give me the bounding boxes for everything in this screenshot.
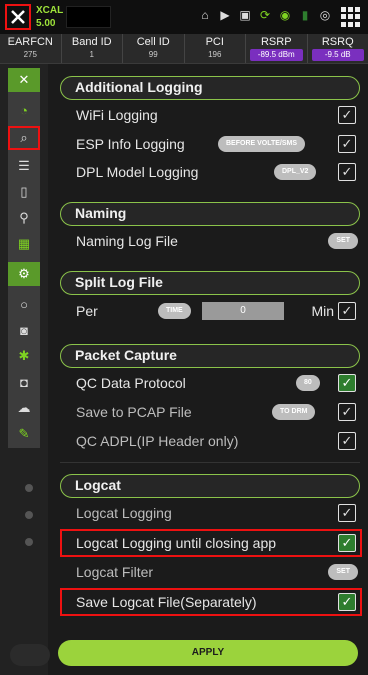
qc-adpl-label: QC ADPL(IP Header only) (76, 433, 239, 449)
rail-document-icon[interactable]: ▯ (8, 180, 40, 204)
settings-panel: Additional Logging WiFi Logging ✓ ESP In… (50, 64, 368, 675)
section-logcat: Logcat (60, 474, 360, 498)
rail-table-icon[interactable]: ▦ (8, 232, 40, 256)
pcap-option-button[interactable]: TO DRM (272, 404, 316, 420)
app-name: XCAL (36, 5, 64, 16)
naming-log-file-label: Naming Log File (76, 233, 178, 249)
bottom-left-pill (10, 644, 50, 666)
left-nav-rail: ✕ ◔ ⌕ ☰ ▯ ⚲ ▦ ⚙ ○ ◙ ✱ ◘ ☁ ✎ (0, 64, 48, 675)
apply-button[interactable]: APPLY (58, 640, 358, 666)
logcat-filter-label: Logcat Filter (76, 564, 154, 580)
save-pcap-checkbox[interactable]: ✓ (338, 403, 356, 421)
info-pci: PCI 196 (185, 34, 246, 63)
split-per-label: Per (76, 303, 98, 319)
apps-grid-icon[interactable] (341, 7, 361, 27)
save-pcap-label: Save to PCAP File (76, 404, 192, 420)
logcat-logging-row[interactable]: Logcat Logging ✓ (68, 500, 360, 526)
section-naming: Naming (60, 202, 360, 226)
dpl-logging-checkbox[interactable]: ✓ (338, 163, 356, 181)
sim-icon: ⌂ (201, 8, 209, 22)
info-cell-id: Cell ID 99 (123, 34, 185, 63)
app-version: 5.00 (36, 18, 56, 29)
save-pcap-row[interactable]: Save to PCAP File TO DRM ✓ (68, 399, 360, 425)
section-additional-logging: Additional Logging (60, 76, 360, 100)
rail-settings-icon[interactable]: ✕ (8, 68, 40, 92)
qc-adpl-row[interactable]: QC ADPL(IP Header only) ✓ (68, 428, 360, 454)
tools-icon (11, 10, 25, 24)
rail-bluetooth-icon[interactable]: ✱ (8, 344, 40, 368)
dpl-option-button[interactable]: DPL_V2 (274, 164, 317, 180)
rail-device-icon[interactable]: ⚙ (8, 262, 40, 286)
split-unit-label: Min (311, 303, 334, 319)
rail-dot[interactable] (25, 538, 33, 546)
logcat-until-close-checkbox[interactable]: ✓ (338, 534, 356, 552)
qc-data-protocol-row[interactable]: QC Data Protocol 80 ✓ (68, 370, 360, 396)
rail-signal-icon[interactable]: ◔ (8, 98, 40, 122)
info-rsrq: RSRQ -9.5 dB (308, 34, 368, 63)
sync-icon[interactable]: ⟳ (258, 8, 272, 22)
logcat-filter-set-button[interactable]: SET (328, 564, 358, 580)
dpl-logging-label: DPL Model Logging (76, 164, 199, 180)
tools-menu-button[interactable] (5, 4, 31, 30)
esp-option-button[interactable]: BEFORE VOLTE/SMS (218, 136, 306, 152)
wifi-logging-row[interactable]: WiFi Logging ✓ (68, 102, 360, 128)
save-logcat-label: Save Logcat File(Separately) (76, 594, 257, 610)
logcat-logging-label: Logcat Logging (76, 505, 172, 521)
rail-record-icon[interactable]: ◙ (8, 318, 40, 342)
record-icon[interactable]: ◎ (318, 8, 332, 22)
dpl-logging-row[interactable]: DPL Model Logging DPL_V2 ✓ (68, 159, 360, 185)
rail-dot[interactable] (25, 484, 33, 492)
esp-logging-checkbox[interactable]: ✓ (338, 135, 356, 153)
logcat-until-close-label: Logcat Logging until closing app (76, 535, 277, 551)
rail-dot[interactable] (25, 511, 33, 519)
wifi-logging-label: WiFi Logging (76, 107, 158, 123)
qc-option-button[interactable]: 80 (296, 375, 320, 391)
split-checkbox[interactable]: ✓ (338, 302, 356, 320)
rail-search-icon[interactable]: ⌕ (8, 126, 40, 150)
info-rsrp: RSRP -89.5 dBm (246, 34, 308, 63)
qc-adpl-checkbox[interactable]: ✓ (338, 432, 356, 450)
rail-location-icon[interactable]: ⚲ (8, 206, 40, 230)
cell-info-bar: EARFCN 275 Band ID 1 Cell ID 99 PCI 196 RSRP… (0, 34, 368, 64)
split-mode-button[interactable]: TIME (158, 303, 191, 319)
play-icon[interactable]: ▶ (218, 8, 232, 22)
section-split-log-file: Split Log File (60, 271, 360, 295)
info-band-id: Band ID 1 (62, 34, 123, 63)
qc-data-protocol-checkbox[interactable]: ✓ (338, 374, 356, 392)
section-packet-capture: Packet Capture (60, 344, 360, 368)
naming-log-file-row[interactable]: Naming Log File SET (68, 228, 360, 254)
redacted-area (66, 6, 111, 28)
save-logcat-checkbox[interactable]: ✓ (338, 593, 356, 611)
esp-logging-row[interactable]: ESP Info Logging BEFORE VOLTE/SMS ✓ (68, 131, 360, 157)
rail-camera-icon[interactable]: ◘ (8, 370, 40, 394)
info-earfcn: EARFCN 275 (0, 34, 62, 63)
rail-edit-icon[interactable]: ✎ (8, 422, 40, 446)
status-icons: ⌂ ▶ ▣ ⟳ ◉ ▮ ◎ (198, 8, 332, 22)
split-per-row: Per TIME 0 Min ✓ (68, 298, 360, 324)
save-icon[interactable]: ▣ (238, 8, 252, 22)
gps-icon: ◉ (279, 8, 291, 22)
top-status-bar: XCAL 5.00 ⌂ ▶ ▣ ⟳ ◉ ▮ ◎ (0, 0, 368, 34)
qc-data-protocol-label: QC Data Protocol (76, 375, 186, 391)
logcat-filter-row[interactable]: Logcat Filter SET (68, 559, 360, 585)
esp-logging-label: ESP Info Logging (76, 136, 185, 152)
battery-icon: ▮ (301, 8, 309, 22)
rail-list-icon[interactable]: ☰ (8, 154, 40, 178)
save-logcat-row[interactable]: Save Logcat File(Separately) ✓ (68, 589, 360, 615)
logcat-logging-checkbox[interactable]: ✓ (338, 504, 356, 522)
rail-refresh-icon[interactable]: ○ (8, 292, 40, 316)
naming-set-button[interactable]: SET (328, 233, 358, 249)
split-value-input[interactable]: 0 (202, 302, 284, 320)
rail-cloud-icon[interactable]: ☁ (8, 396, 40, 420)
logcat-until-close-row[interactable]: Logcat Logging until closing app ✓ (68, 530, 360, 556)
wifi-logging-checkbox[interactable]: ✓ (338, 106, 356, 124)
